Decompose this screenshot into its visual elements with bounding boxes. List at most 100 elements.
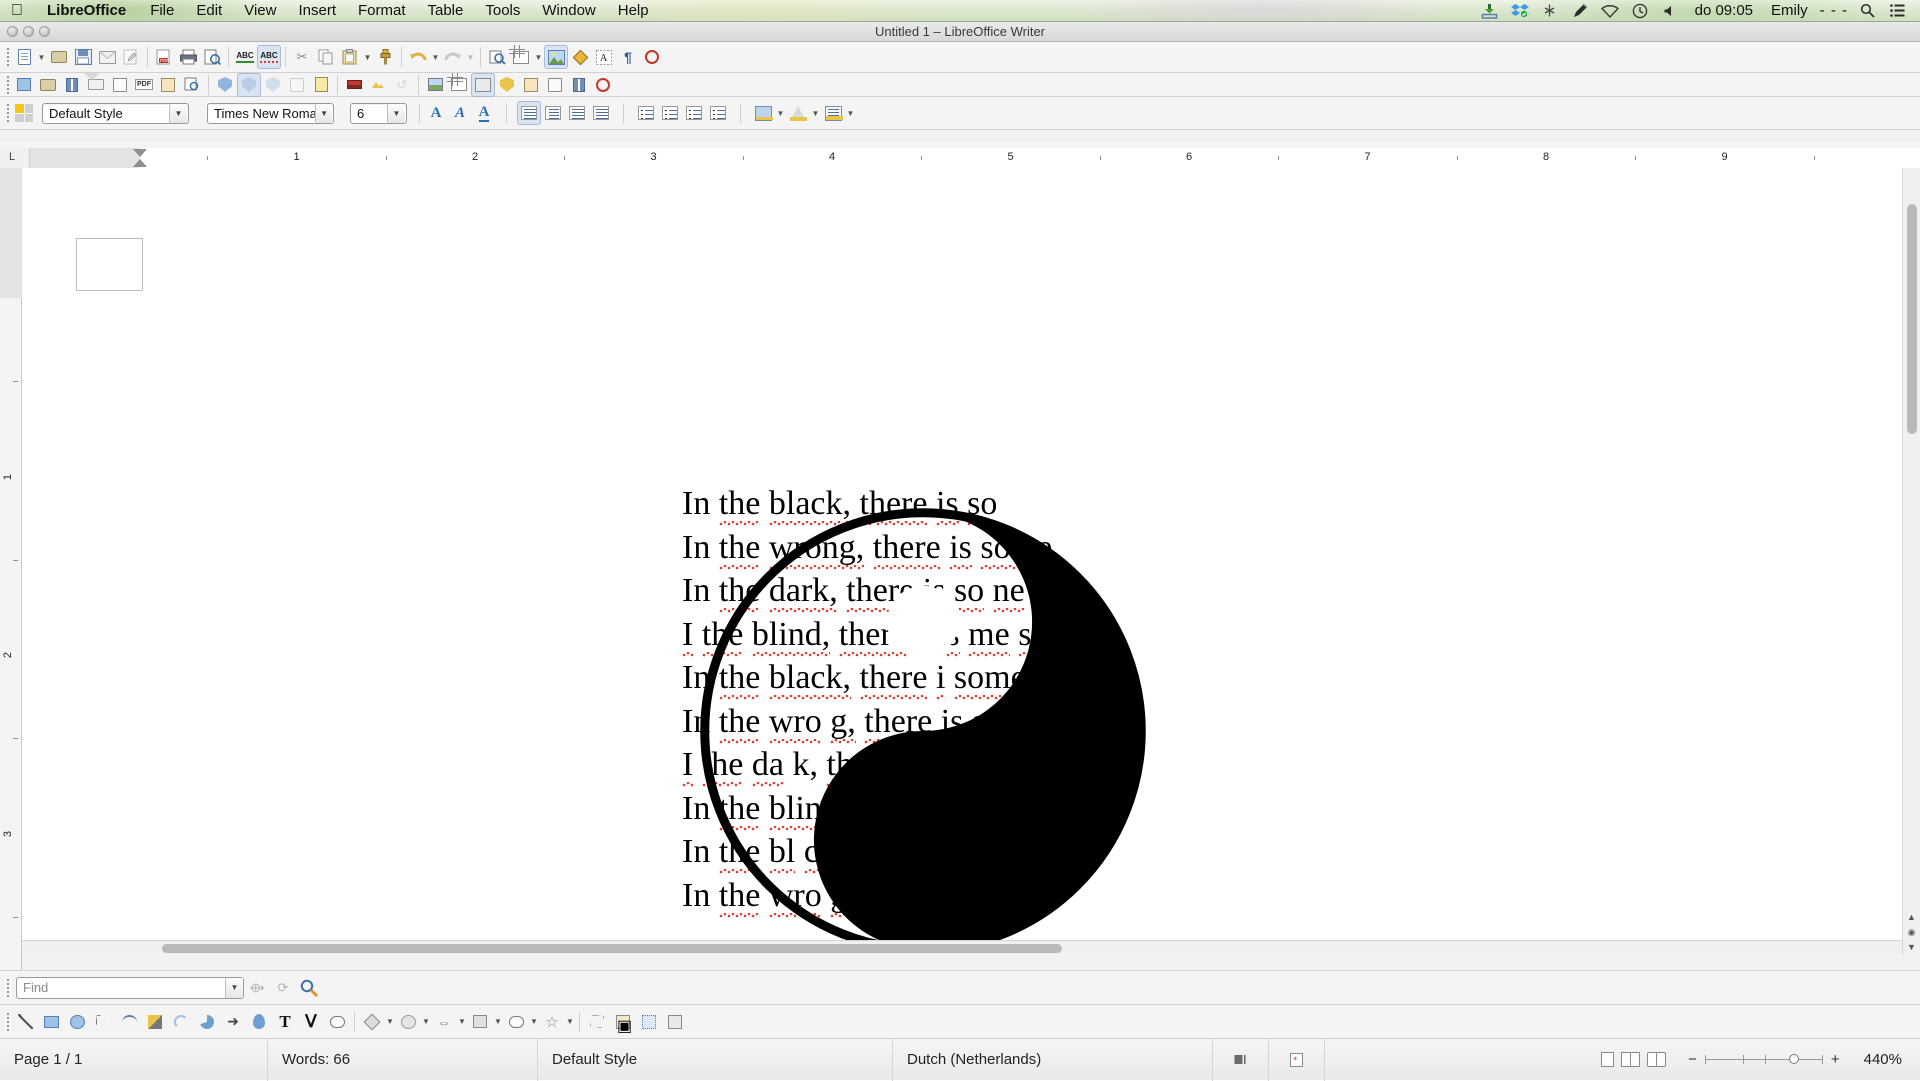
find-replace-button[interactable] [485, 45, 509, 69]
zoom-level[interactable]: 440% [1850, 1039, 1920, 1081]
ellipse-pie-icon[interactable] [194, 1009, 220, 1035]
page-break-button[interactable] [108, 73, 132, 97]
menu-insert[interactable]: Insert [287, 0, 347, 22]
menu-table[interactable]: Table [417, 0, 475, 22]
font-name-dropdown-icon[interactable]: ▼ [315, 103, 332, 123]
rectangle-icon[interactable] [38, 1009, 64, 1035]
insert-hyperlink-button[interactable] [180, 73, 204, 97]
first-line-indent-marker[interactable] [133, 149, 147, 157]
print-preview-button[interactable] [200, 45, 224, 69]
basic-shapes-dropdown[interactable]: ▼ [385, 1009, 395, 1035]
menu-help[interactable]: Help [607, 0, 660, 22]
navigator-button[interactable]: ↺ [390, 73, 414, 97]
search-input[interactable]: Find ▼ [16, 976, 244, 999]
document-line[interactable]: In the wrong, there is some [682, 526, 1162, 570]
paste-button[interactable] [338, 45, 362, 69]
undo-dropdown[interactable]: ▼ [430, 45, 441, 69]
apple-logo-icon[interactable]:  [0, 0, 34, 22]
redo-dropdown[interactable]: ▼ [465, 45, 476, 69]
align-left-icon[interactable] [517, 101, 541, 125]
freeform-line-icon[interactable] [142, 1009, 168, 1035]
bluetooth-icon[interactable] [1535, 0, 1565, 22]
increase-indent-icon[interactable] [706, 101, 730, 125]
italic-icon[interactable]: A [448, 101, 472, 125]
image-filter-button[interactable] [471, 72, 495, 97]
menu-tools[interactable]: Tools [474, 0, 531, 22]
copy-button[interactable] [314, 45, 338, 69]
redo-button[interactable] [441, 45, 465, 69]
status-style[interactable]: Default Style [538, 1038, 893, 1081]
comment-button[interactable] [309, 73, 333, 97]
document-line[interactable]: In the blind, th ere is some si [682, 787, 1162, 831]
insert-textbox-button[interactable]: A [592, 45, 616, 69]
arc-icon[interactable] [168, 1009, 194, 1035]
document-modified-icon[interactable]: * [1269, 1038, 1325, 1081]
chevron-down-icon[interactable]: ▼ [225, 977, 243, 998]
ruler-corner-icon[interactable]: L [0, 148, 30, 168]
no-fill-button[interactable] [591, 73, 615, 97]
underline-icon[interactable]: A [472, 101, 496, 125]
menu-edit[interactable]: Edit [185, 0, 233, 22]
block-arrows-dropdown[interactable]: ▼ [457, 1009, 467, 1035]
paragraph-style-combobox[interactable]: Default Style ▼ [42, 102, 189, 124]
insert-table-dropdown[interactable]: ▼ [533, 45, 544, 69]
multi-page-view-icon[interactable] [1621, 1052, 1641, 1067]
document-line[interactable]: In the bl ck, there is some [682, 830, 1162, 874]
accept-change-button[interactable] [261, 73, 285, 97]
flowchart-icon[interactable] [467, 1009, 493, 1035]
stars-dropdown[interactable]: ▼ [565, 1009, 575, 1035]
gallery-icon[interactable]: ▣ [610, 1009, 636, 1035]
status-words[interactable]: Words: 66 [268, 1038, 538, 1081]
clone-formatting-button[interactable] [373, 45, 397, 69]
paragraph-background-dropdown[interactable]: ▼ [845, 101, 856, 125]
drawbar-grip[interactable] [4, 1011, 12, 1033]
new-document-dropdown[interactable]: ▼ [36, 45, 47, 69]
decrease-indent-icon[interactable] [682, 101, 706, 125]
left-indent-marker[interactable] [133, 159, 147, 167]
unordered-list-icon[interactable] [658, 101, 682, 125]
status-language[interactable]: Dutch (Netherlands) [893, 1038, 1213, 1081]
water-drop-icon[interactable] [246, 1009, 272, 1035]
formatting-marks-button[interactable]: ¶ [616, 45, 640, 69]
insert-frame-button[interactable] [156, 73, 180, 97]
reject-change-button[interactable] [285, 73, 309, 97]
align-center-icon[interactable] [541, 101, 565, 125]
document-line[interactable]: In the wro g, there is some rig [682, 700, 1162, 744]
email-document-button[interactable] [95, 45, 119, 69]
insert-envelope-button[interactable] [84, 73, 108, 97]
document-canvas[interactable]: In the black, there is so In the wrong, t… [22, 168, 1920, 954]
font-name-combobox[interactable]: Times New Roma ▼ [207, 102, 334, 124]
horizontal-scrollbar-thumb[interactable] [162, 944, 1062, 953]
volume-icon[interactable] [1655, 0, 1685, 22]
zoom-slider[interactable]: − + [1678, 1051, 1850, 1068]
curve-icon[interactable] [116, 1009, 142, 1035]
new-document-button[interactable] [12, 45, 36, 69]
paragraph-background-icon[interactable] [821, 101, 845, 125]
zoom-slider-track[interactable] [1704, 1054, 1823, 1064]
ellipse-icon[interactable] [64, 1009, 90, 1035]
horizontal-ruler[interactable]: L 1 2 3 4 5 6 7 8 9 [0, 148, 1920, 168]
pen-tablet-icon[interactable] [1565, 0, 1595, 22]
cut-button[interactable]: ✂ [290, 45, 314, 69]
font-color-icon[interactable] [786, 101, 810, 125]
toolbar-grip-format[interactable] [4, 102, 12, 124]
insert-image-button[interactable] [544, 45, 568, 69]
font-color-dropdown[interactable]: ▼ [810, 101, 821, 125]
arrow-cursor-icon[interactable]: ➜ [220, 1009, 246, 1035]
wrap-right-button[interactable] [543, 73, 567, 97]
table-grid-button[interactable] [447, 73, 471, 97]
menu-file[interactable]: File [139, 0, 185, 22]
vertical-text-icon[interactable]: Ⅴ [298, 1009, 324, 1035]
document-line[interactable]: I the blind, there is s me sig [682, 613, 1162, 657]
zoom-out-button[interactable]: − [1688, 1051, 1697, 1068]
download-icon[interactable] [1475, 0, 1505, 22]
wrap-left-button[interactable] [519, 73, 543, 97]
block-arrows-icon[interactable]: ⇔ [431, 1009, 457, 1035]
track-changes-show-button[interactable] [237, 72, 261, 97]
document-line[interactable]: In the dark, there is so ne lig [682, 569, 1162, 613]
paragraph-style-dropdown-icon[interactable]: ▼ [169, 103, 187, 123]
paste-dropdown[interactable]: ▼ [362, 45, 373, 69]
polygon-icon[interactable] [90, 1009, 116, 1035]
zoom-button[interactable] [39, 26, 50, 37]
findbar-grip[interactable] [4, 977, 12, 999]
